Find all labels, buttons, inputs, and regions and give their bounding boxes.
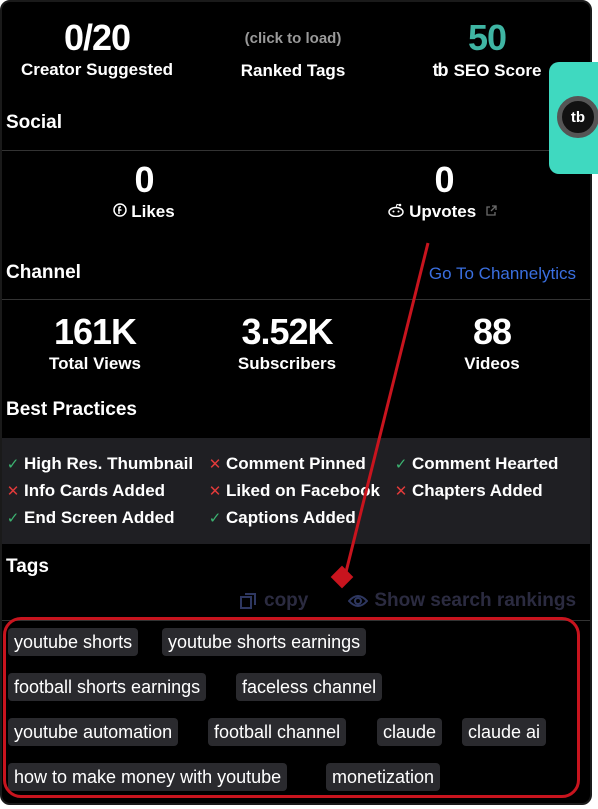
tag-chip[interactable]: how to make money with youtube	[8, 763, 288, 791]
tag-chip[interactable]: claude ai	[462, 718, 547, 746]
best-practice-label: Captions Added	[226, 508, 356, 527]
tb-logo-icon: tb	[432, 60, 449, 80]
best-practice-label: Chapters Added	[412, 481, 543, 500]
show-search-rankings-button[interactable]: Show search rankings	[348, 590, 576, 612]
best-practice-item: ✓ High Res. Thumbnail	[6, 454, 193, 474]
social-title: Social	[6, 112, 62, 133]
best-practice-label: End Screen Added	[24, 508, 175, 527]
copy-label: copy	[264, 590, 309, 611]
tb-logo-icon: tb	[557, 96, 598, 138]
upvotes-label-row[interactable]: Upvotes	[294, 202, 590, 222]
best-practices-list: ✓ High Res. Thumbnail ✕ Comment Pinned ✓ Co…	[2, 438, 590, 544]
upvotes-label: Upvotes	[409, 202, 477, 221]
show-search-rankings-label: Show search rankings	[374, 590, 577, 611]
best-practice-label: Liked on Facebook	[226, 481, 380, 500]
upvotes-stat[interactable]: 0 Upvotes	[294, 159, 590, 222]
best-practice-item: ✕ Info Cards Added	[6, 481, 165, 501]
subscribers-value: 3.52K	[241, 311, 333, 352]
best-practice-item: ✕ Comment Pinned	[208, 454, 366, 474]
best-practice-item: ✓ Captions Added	[208, 508, 356, 528]
divider	[2, 299, 590, 300]
likes-label-row: Likes	[2, 202, 294, 222]
vidiq-side-tab[interactable]: tb	[549, 62, 598, 174]
creator-suggested-label: Creator Suggested	[20, 60, 174, 79]
tag-actions: copy Show search rankings	[238, 590, 576, 612]
likes-label: Likes	[131, 202, 175, 221]
subscribers-label: Subscribers	[237, 354, 337, 373]
seo-score-value: 50	[467, 17, 507, 58]
channel-title: Channel	[6, 262, 81, 283]
tag-chip[interactable]: monetization	[326, 763, 441, 791]
check-icon: ✓	[394, 456, 408, 473]
best-practice-item: ✓ Comment Hearted	[394, 454, 559, 474]
copy-tags-button[interactable]: copy	[238, 590, 308, 612]
cross-icon: ✕	[208, 456, 222, 473]
cross-icon: ✕	[6, 483, 20, 500]
ranked-tags-label: Ranked Tags	[240, 61, 346, 80]
vidiq-panel: 0/20 Creator Suggested (click to load) R…	[0, 0, 592, 805]
facebook-icon	[113, 203, 127, 217]
divider	[2, 150, 590, 151]
videos-label: Videos	[464, 354, 520, 373]
best-practice-item: ✕ Liked on Facebook	[208, 481, 380, 501]
subscribers-stat: 3.52K Subscribers	[192, 314, 382, 374]
total-views-label: Total Views	[49, 354, 141, 373]
eye-icon	[348, 595, 369, 607]
creator-suggested-value: 0/20	[63, 17, 131, 58]
external-link-icon[interactable]	[485, 205, 497, 217]
top-stats: 0/20 Creator Suggested (click to load) R…	[2, 20, 562, 90]
likes-stat: 0 Likes	[2, 159, 294, 222]
divider	[2, 620, 590, 621]
tag-chip[interactable]: youtube shorts	[8, 628, 139, 656]
reddit-icon	[387, 203, 405, 217]
videos-stat: 88 Videos	[397, 314, 587, 374]
best-practice-label: Info Cards Added	[24, 481, 166, 500]
best-practice-label: Comment Pinned	[226, 454, 366, 473]
best-practices-title: Best Practices	[6, 399, 137, 420]
creator-suggested-stat: 0/20 Creator Suggested	[2, 20, 192, 80]
best-practice-label: High Res. Thumbnail	[24, 454, 194, 473]
videos-value: 88	[472, 311, 512, 352]
check-icon: ✓	[6, 456, 20, 473]
go-to-channelytics-link[interactable]: Go To Channelytics	[429, 264, 576, 284]
tags-title: Tags	[6, 556, 49, 577]
best-practice-item: ✕ Chapters Added	[394, 481, 543, 501]
copy-icon	[240, 593, 256, 609]
cross-icon: ✕	[208, 483, 222, 500]
best-practice-label: Comment Hearted	[412, 454, 559, 473]
tag-chip[interactable]: faceless channel	[236, 673, 383, 701]
total-views-stat: 161K Total Views	[2, 311, 190, 374]
tag-chip[interactable]: claude	[377, 718, 443, 746]
upvotes-value: 0	[434, 159, 454, 200]
tag-chip[interactable]: football shorts earnings	[8, 673, 207, 701]
ranked-tags-stat[interactable]: (click to load) Ranked Tags	[198, 20, 388, 81]
cross-icon: ✕	[394, 483, 408, 500]
tag-chip[interactable]: youtube automation	[8, 718, 179, 746]
check-icon: ✓	[208, 510, 222, 527]
best-practice-item: ✓ End Screen Added	[6, 508, 175, 528]
likes-value: 0	[134, 159, 154, 200]
total-views-value: 161K	[53, 311, 137, 352]
click-to-load-hint[interactable]: (click to load)	[198, 30, 388, 47]
tag-chip[interactable]: football channel	[208, 718, 347, 746]
tag-chip[interactable]: youtube shorts earnings	[162, 628, 367, 656]
check-icon: ✓	[6, 510, 20, 527]
seo-score-label: SEO Score	[453, 60, 542, 80]
